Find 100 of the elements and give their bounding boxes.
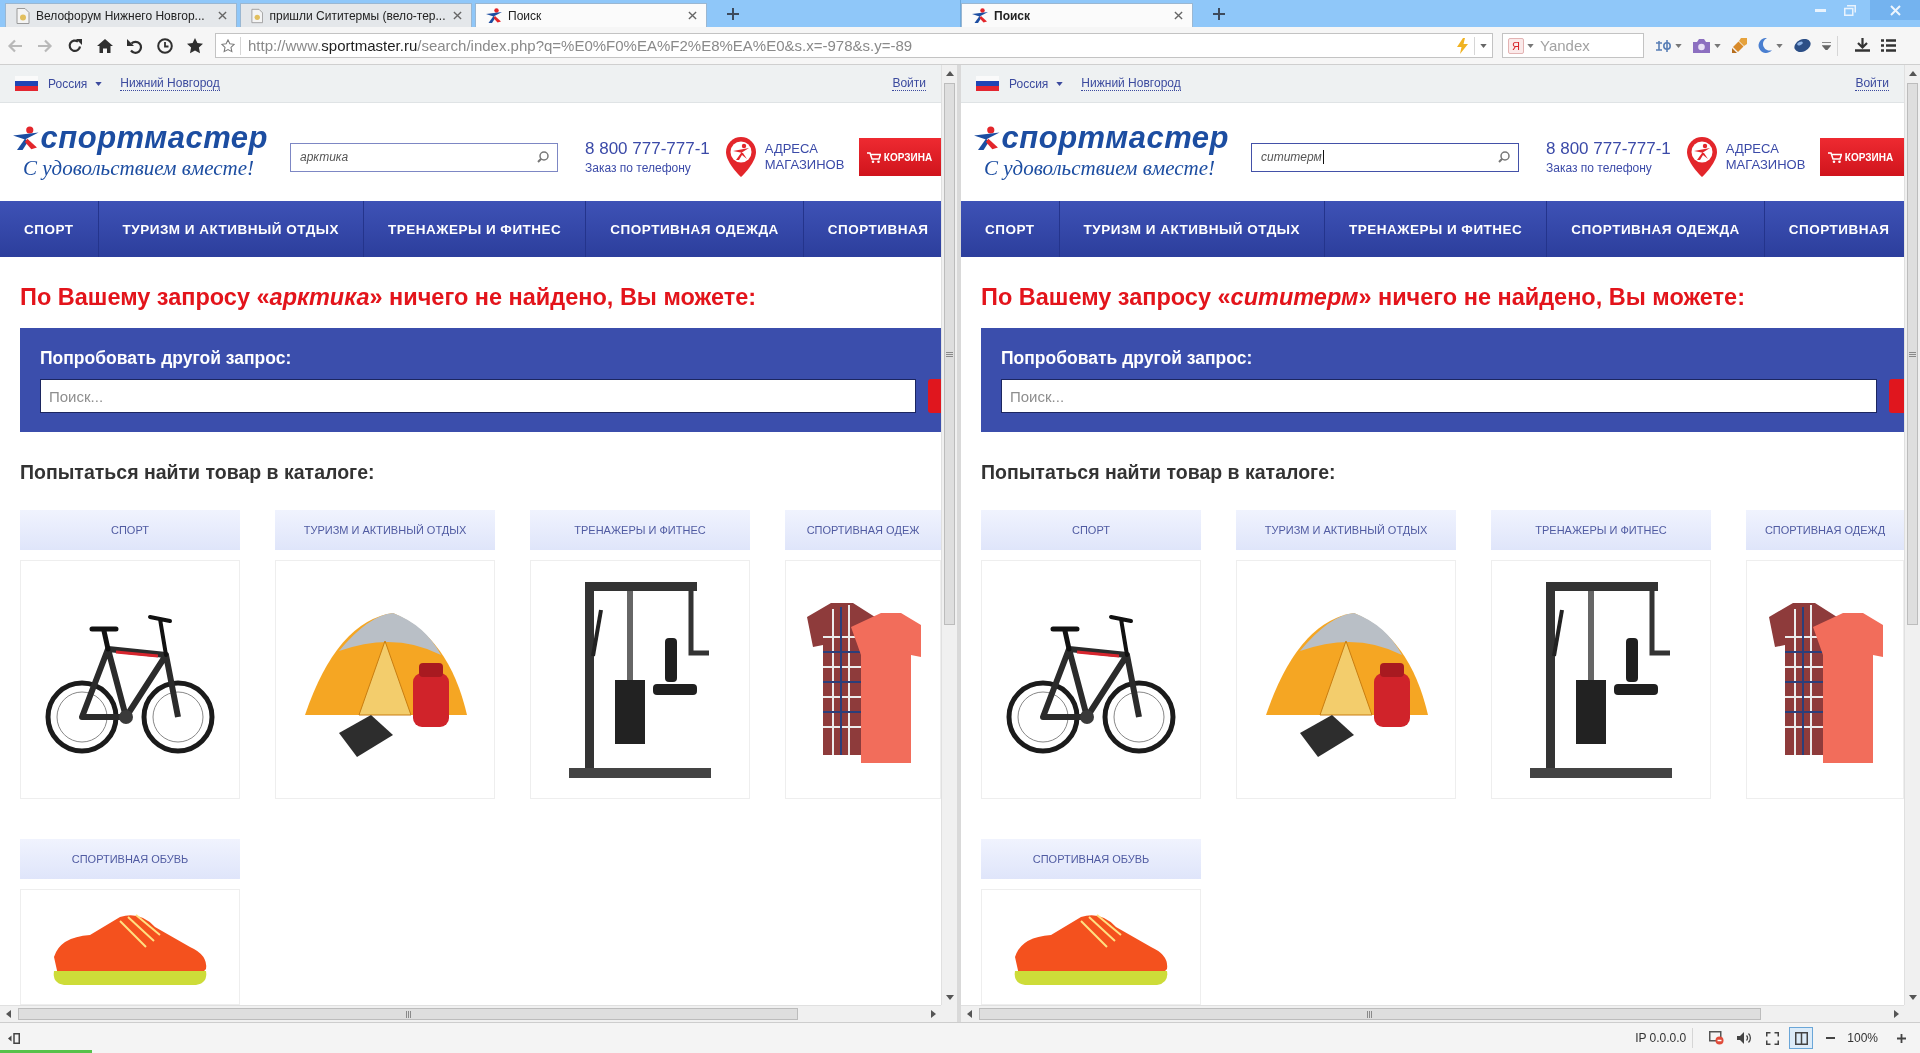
login-link[interactable]: Войти xyxy=(1855,76,1889,91)
search-field[interactable]: арктика xyxy=(290,142,558,172)
category-link[interactable]: ТУРИЗМ И АКТИВНЫЙ ОТДЫХ xyxy=(1236,510,1456,550)
minus-icon xyxy=(1825,1037,1835,1039)
nav-link[interactable]: СПОРТ xyxy=(0,201,99,257)
logo-text[interactable]: спортмастер xyxy=(1001,121,1229,155)
category-link[interactable]: ТРЕНАЖЕРЫ И ФИТНЕС xyxy=(530,510,750,550)
search-field[interactable]: Поиск... xyxy=(40,379,916,413)
browser-tab[interactable]: Поиск xyxy=(961,3,1193,27)
browser-tab[interactable]: Велофорум Нижнего Новгор... xyxy=(5,3,237,27)
fullscreen-icon xyxy=(1765,1031,1779,1045)
nav-link[interactable]: СПОРТИВНАЯ xyxy=(803,201,929,257)
caret-left-icon xyxy=(5,1010,11,1018)
category-link[interactable]: СПОРТ xyxy=(20,510,240,550)
grip-icon xyxy=(946,351,953,357)
caret-up-icon xyxy=(946,70,954,76)
phone-number: 8 800 777-777-1 xyxy=(585,139,710,159)
slogan: С удовольствием вместе! xyxy=(23,155,256,181)
caret-down-icon xyxy=(1776,43,1783,48)
search-engine-button[interactable]: Я xyxy=(1508,37,1524,54)
nav-link[interactable]: СПОРТИВНАЯ ОДЕЖДА xyxy=(586,201,804,257)
caret-right-icon xyxy=(930,1010,936,1018)
phone-number: 8 800 777-777-1 xyxy=(1546,139,1671,159)
athlete-icon xyxy=(486,8,502,23)
mouse-icon xyxy=(1794,39,1811,52)
nav-link[interactable]: ТУРИЗМ И АКТИВНЫЙ ОТДЫХ xyxy=(98,201,364,257)
menu-icon xyxy=(1881,39,1896,52)
search-icon xyxy=(1498,151,1510,163)
translate-icon xyxy=(1655,38,1671,53)
caret-down-icon xyxy=(1056,81,1064,86)
country-dropdown[interactable]: Россия xyxy=(1009,76,1064,91)
search-field[interactable]: сититерм xyxy=(1251,142,1519,172)
close-icon xyxy=(687,11,697,20)
search-icon xyxy=(537,151,549,163)
no-results-message: По Вашему запросу «арктика» ничего не найдено, Вы можете: xyxy=(20,283,758,311)
cart-button[interactable]: КОРЗИНА xyxy=(1819,138,1904,176)
lightning-icon xyxy=(1456,37,1468,54)
caret-down-icon xyxy=(1675,43,1682,48)
caret-down-icon xyxy=(1526,43,1534,48)
cart-icon xyxy=(1827,151,1842,163)
blocked-window-icon xyxy=(1708,1031,1724,1045)
document-icon xyxy=(16,7,30,24)
ip-address: IP 0.0.0.0 xyxy=(1635,1031,1687,1045)
scrollbar-thumb[interactable] xyxy=(18,1008,798,1020)
forward-icon xyxy=(37,37,53,54)
no-results-message: По Вашему запросу «сититерм» ничего не найдено, Вы можете: xyxy=(981,283,1746,311)
browser-tab[interactable]: Поиск xyxy=(475,3,707,27)
nav-link[interactable]: СПОРТИВНАЯ xyxy=(1764,201,1890,257)
category-link[interactable]: СПОРТИВНАЯ ОБУВЬ xyxy=(20,839,240,879)
undo-icon xyxy=(127,37,143,54)
country-dropdown[interactable]: Россия xyxy=(48,76,103,91)
camera-icon xyxy=(1693,38,1710,53)
caret-down-icon xyxy=(1714,43,1721,48)
flag-icon xyxy=(15,76,38,91)
scrollbar-thumb[interactable] xyxy=(944,83,955,625)
scrollbar-thumb[interactable] xyxy=(1907,83,1918,625)
scrollbar-thumb[interactable] xyxy=(979,1008,1761,1020)
nav-link[interactable]: ТУРИЗМ И АКТИВНЫЙ ОТДЫХ xyxy=(1059,201,1325,257)
city-link[interactable]: Нижний Новгород xyxy=(120,76,220,91)
close-icon xyxy=(217,11,227,20)
category-link[interactable]: ТРЕНАЖЕРЫ И ФИТНЕС xyxy=(1491,510,1711,550)
nav-link[interactable]: СПОРТ xyxy=(961,201,1060,257)
brush-icon xyxy=(1732,38,1747,53)
search-field[interactable]: Я Yandex xyxy=(1502,33,1644,58)
category-link[interactable]: СПОРТИВНАЯ ОДЕЖД xyxy=(1746,510,1904,550)
location-pin-icon xyxy=(725,137,756,177)
cart-button[interactable]: КОРЗИНА xyxy=(858,138,941,176)
close-icon xyxy=(1889,4,1901,16)
login-link[interactable]: Войти xyxy=(892,76,926,91)
logo-text[interactable]: спортмастер xyxy=(40,121,268,155)
nav-link[interactable]: ТРЕНАЖЕРЫ И ФИТНЕС xyxy=(1325,201,1548,257)
more-caret-icon xyxy=(1822,41,1831,50)
text-cursor xyxy=(1322,150,1324,164)
grip-icon xyxy=(1367,1010,1373,1018)
split-screen-button[interactable] xyxy=(1789,1027,1814,1049)
nav-link[interactable]: СПОРТИВНАЯ ОДЕЖДА xyxy=(1547,201,1765,257)
catalog-title: Попытаться найти товар в каталоге: xyxy=(20,460,376,484)
grip-icon xyxy=(405,1010,411,1018)
nav-link[interactable]: ТРЕНАЖЕРЫ И ФИТНЕС xyxy=(364,201,587,257)
category-link[interactable]: СПОРТ xyxy=(981,510,1201,550)
category-link[interactable]: СПОРТИВНАЯ ОДЕЖ xyxy=(785,510,941,550)
back-icon xyxy=(7,37,23,54)
caret-left-icon xyxy=(966,1010,972,1018)
stores-link[interactable]: АДРЕСА МАГАЗИНОВ xyxy=(764,141,845,173)
document-icon xyxy=(251,7,264,24)
url-field[interactable]: http://www.sportmaster.ru/search/index.php?q=%E0%F0%EA%F2%E8%EA%E0&s.x=-978&s.y=-89 xyxy=(241,37,1450,54)
location-pin-icon xyxy=(1686,137,1717,177)
sidebar-icon xyxy=(8,1032,20,1044)
browser-tab[interactable]: пришли Сититермы (вело-тер... xyxy=(240,3,472,27)
home-icon xyxy=(97,37,113,54)
category-link[interactable]: СПОРТИВНАЯ ОБУВЬ xyxy=(981,839,1201,879)
caret-down-icon xyxy=(1480,43,1487,48)
city-link[interactable]: Нижний Новгород xyxy=(1081,76,1181,91)
cart-icon xyxy=(866,151,881,163)
category-link[interactable]: ТУРИЗМ И АКТИВНЫЙ ОТДЫХ xyxy=(275,510,495,550)
caret-down-icon xyxy=(95,81,103,86)
search-field[interactable]: Поиск... xyxy=(1001,379,1877,413)
caret-down-icon xyxy=(1909,994,1917,1000)
phone-caption: Заказ по телефону xyxy=(1546,161,1653,175)
stores-link[interactable]: АДРЕСА МАГАЗИНОВ xyxy=(1725,141,1806,173)
